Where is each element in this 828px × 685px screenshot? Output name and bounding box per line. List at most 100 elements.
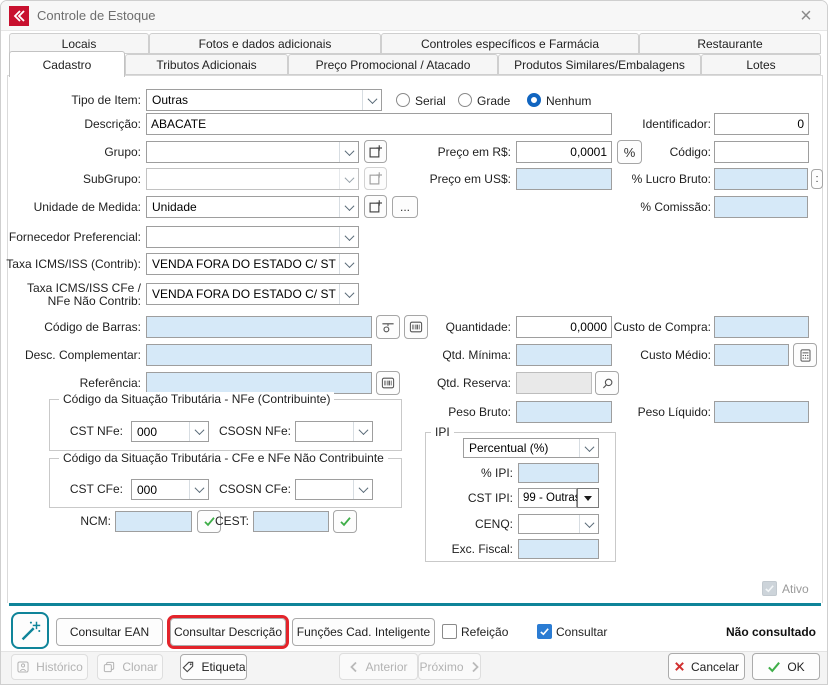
comissao-input[interactable] [714,196,808,218]
refeicao-checkbox[interactable] [442,624,457,639]
tag-icon [181,660,195,674]
ipi-pct-input[interactable] [518,463,599,483]
quantidade-label: Quantidade: [411,321,511,334]
cest-label: CEST: [214,515,249,528]
cenq-label: CENQ: [453,518,513,531]
grupo-select[interactable] [146,141,359,163]
custo-compra-label: Custo de Compra: [601,321,711,334]
descricao-label: Descrição: [41,118,141,131]
tipo-item-select[interactable]: Outras [146,89,382,111]
consultar-checkbox[interactable] [537,624,552,639]
magic-wand-button[interactable] [11,612,49,649]
check-icon [767,661,781,673]
tipo-item-label: Tipo de Item: [41,94,141,107]
lucro-options-button[interactable]: : [811,169,823,189]
window-title: Controle de Estoque [37,8,156,23]
custo-medio-input[interactable] [714,344,789,366]
consultar-descricao-button[interactable]: Consultar Descrição [170,618,286,646]
search-reserva-button[interactable] [595,371,619,395]
ipi-mode-select[interactable]: Percentual (%) [463,438,599,458]
radio-serial[interactable] [396,93,410,107]
chevron-down-icon [579,439,598,457]
cest-input[interactable] [253,511,329,532]
cst-nfe-select[interactable]: 000 [131,421,209,442]
tab-controles-especificos-farmacia[interactable]: Controles específicos e Farmácia [381,33,639,54]
exc-fiscal-input[interactable] [518,539,599,559]
chevron-down-icon [339,227,358,247]
peso-liquido-input[interactable] [714,401,809,423]
radio-grade[interactable] [458,93,472,107]
radio-nenhum[interactable] [527,93,541,107]
cancelar-button[interactable]: Cancelar [668,653,745,680]
tab-tributos-adicionais[interactable]: Tributos Adicionais [125,54,288,75]
custo-compra-input[interactable] [714,316,809,338]
ipi-pct-label: % IPI: [453,467,513,480]
qtd-minima-label: Qtd. Mínima: [411,349,511,362]
x-icon [674,661,685,672]
desc-complementar-input[interactable] [146,344,372,366]
tab-produtos-similares-embalagens[interactable]: Produtos Similares/Embalagens [498,54,701,75]
preco-rs-label: Preço em R$: [411,146,511,159]
check-icon [539,626,550,637]
csosn-nfe-select[interactable] [295,421,373,442]
peso-bruto-input[interactable] [516,401,612,423]
ipi-cst-select[interactable]: 99 - Outras [518,488,577,508]
new-grupo-button[interactable] [364,140,387,163]
cst-cfe-group-title: Código da Situação Tributária - CFe e NF… [59,451,388,465]
tab-cadastro[interactable]: Cadastro [9,51,125,77]
chevron-down-icon [189,480,208,499]
consultar-label: Consultar [556,625,607,639]
ok-button[interactable]: OK [752,653,820,680]
calculator-button[interactable] [793,343,817,367]
new-unidade-button[interactable] [364,195,387,218]
funcoes-cad-inteligente-button[interactable]: Funções Cad. Inteligente [292,618,435,646]
scale-button[interactable] [376,315,400,339]
ncm-input[interactable] [115,511,192,532]
fornecedor-select[interactable] [146,226,359,248]
quantidade-input[interactable] [516,316,612,338]
ipi-cst-dropdown-button[interactable] [577,488,599,508]
consultar-ean-button[interactable]: Consultar EAN [56,618,163,646]
cst-cfe-select[interactable]: 000 [131,479,209,500]
ellipsis-icon: ... [400,200,410,214]
csosn-cfe-select[interactable] [295,479,373,500]
stock-control-dialog: Controle de Estoque × Locais Fotos e dad… [0,0,828,685]
grupo-label: Grupo: [41,146,141,159]
referencia-input[interactable] [146,372,372,394]
new-item-icon [368,171,383,186]
unidade-select[interactable]: Unidade [146,196,359,218]
tab-restaurante[interactable]: Restaurante [639,33,821,54]
app-icon [9,6,29,26]
exc-fiscal-label: Exc. Fiscal: [443,543,513,556]
peso-bruto-label: Peso Bruto: [411,406,511,419]
chevron-down-icon [362,90,381,110]
close-icon[interactable]: × [795,5,817,27]
codigo-input[interactable] [714,141,809,163]
descricao-input[interactable] [146,113,612,135]
barcode-icon [380,375,396,391]
unidade-more-button[interactable]: ... [392,196,418,218]
cest-validate-button[interactable] [333,510,357,533]
lucro-bruto-input[interactable] [714,168,808,190]
taxa-contrib-select[interactable]: VENDA FORA DO ESTADO C/ ST [146,253,359,275]
tab-preco-promocional-atacado[interactable]: Preço Promocional / Atacado [288,54,498,75]
chevron-down-icon [189,422,208,441]
taxa-contrib-label: Taxa ICMS/ISS (Contrib): [4,258,141,271]
chevron-down-icon [339,142,358,162]
filled-arrow-down-icon [584,496,592,501]
cenq-select[interactable] [518,514,599,534]
etiqueta-button[interactable]: Etiqueta [180,654,247,680]
codigo-barras-input[interactable] [146,316,372,338]
new-subgrupo-button [364,167,387,190]
tab-lotes[interactable]: Lotes [701,54,821,75]
taxa-nao-contrib-select[interactable]: VENDA FORA DO ESTADO C/ ST [146,283,359,305]
preco-rs-input[interactable] [516,141,612,163]
chevron-down-icon [353,422,372,441]
barcode-button-2[interactable] [376,371,400,395]
identificador-label: Identificador: [611,118,711,131]
identificador-input[interactable] [714,113,809,135]
tab-fotos-dados-adicionais[interactable]: Fotos e dados adicionais [149,33,381,54]
unidade-label: Unidade de Medida: [21,201,141,214]
qtd-minima-input[interactable] [516,344,612,366]
preco-us-input[interactable] [516,168,612,190]
